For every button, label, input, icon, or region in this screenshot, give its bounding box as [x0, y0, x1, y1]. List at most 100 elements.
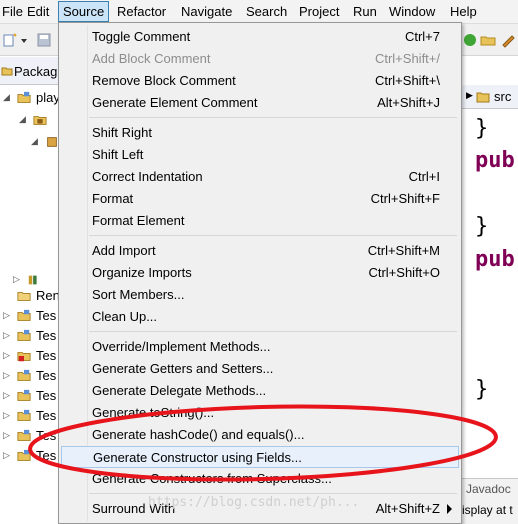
- menu-item-generate-element-comment[interactable]: Generate Element Comment Alt+Shift+J: [61, 92, 459, 114]
- submenu-arrow-icon: [447, 504, 452, 514]
- expand-arrow-icon[interactable]: ▷: [3, 430, 10, 441]
- menu-item-generate-getters-and-setters[interactable]: Generate Getters and Setters...: [61, 358, 459, 380]
- expand-arrow-icon[interactable]: ▷: [3, 390, 10, 401]
- project-error-icon: [17, 352, 31, 362]
- menu-edit[interactable]: Edit: [27, 0, 49, 23]
- menu-item-generate-hashcode-and-equals[interactable]: Generate hashCode() and equals()...: [61, 424, 459, 446]
- expand-arrow-icon[interactable]: ▷: [3, 310, 10, 321]
- collapse-arrow-icon[interactable]: ◢: [3, 92, 10, 103]
- tree-item[interactable]: ▷ Tes: [0, 426, 60, 446]
- menu-source[interactable]: Source: [58, 1, 110, 22]
- tree-item[interactable]: ◢: [0, 110, 60, 130]
- menu-item-format-element[interactable]: Format Element: [61, 210, 459, 232]
- package-explorer-title: Packag: [14, 64, 58, 79]
- open-folder-icon[interactable]: [480, 32, 496, 48]
- tree-item[interactable]: ▷ Tes: [0, 306, 60, 326]
- menu-item-label: Generate Getters and Setters...: [92, 361, 274, 376]
- collapse-arrow-icon[interactable]: ◢: [31, 136, 38, 147]
- expand-arrow-icon[interactable]: ▷: [3, 410, 10, 421]
- expand-arrow-icon[interactable]: ▷: [3, 350, 10, 361]
- menu-item-label: Toggle Comment: [92, 29, 191, 44]
- menu-item-organize-imports[interactable]: Organize Imports Ctrl+Shift+O: [61, 262, 459, 284]
- javadoc-panel: Javadoc isplay at t: [462, 478, 518, 524]
- new-dropdown-icon[interactable]: [20, 32, 28, 48]
- folder-icon: [17, 292, 31, 301]
- tree-item-label: Tes: [36, 448, 57, 463]
- menu-item-clean-up[interactable]: Clean Up...: [61, 306, 459, 328]
- menu-item-toggle-comment[interactable]: Toggle Comment Ctrl+7: [61, 26, 459, 48]
- code-line[interactable]: }: [475, 377, 488, 402]
- menu-item-label: Generate hashCode() and equals()...: [92, 427, 305, 442]
- project-icon: [17, 429, 31, 441]
- menu-item-label: Shift Left: [92, 147, 144, 162]
- menu-item-override-implement-methods[interactable]: Override/Implement Methods...: [61, 336, 459, 358]
- tree-item[interactable]: ▷ Tes: [0, 326, 60, 346]
- tree-item[interactable]: ▷ Tes: [0, 386, 60, 406]
- tree-item[interactable]: ◢: [0, 132, 60, 152]
- menu-file[interactable]: File: [2, 0, 23, 23]
- menu-help[interactable]: Help: [450, 0, 477, 23]
- menu-item-label: Correct Indentation: [92, 169, 203, 184]
- project-icon: [17, 329, 31, 341]
- menu-navigate[interactable]: Navigate: [181, 0, 232, 23]
- menu-item-format[interactable]: Format Ctrl+Shift+F: [61, 188, 459, 210]
- menu-item-add-import[interactable]: Add Import Ctrl+Shift+M: [61, 240, 459, 262]
- save-icon[interactable]: [36, 32, 52, 48]
- tree-item[interactable]: Ren: [0, 286, 60, 306]
- package-explorer: Packag ◢ play ◢ ◢ ▷ Ren ▷ Tes ▷ Tes ▷ Tes ▷ Tes ▷ Tes ▷ T…: [0, 57, 60, 524]
- menu-bar: File Edit Source Refactor Navigate Searc…: [0, 0, 518, 24]
- menu-item-shift-right[interactable]: Shift Right: [61, 122, 459, 144]
- menu-item-label: Organize Imports: [92, 265, 192, 280]
- tree-item[interactable]: ▷ Tes: [0, 446, 60, 466]
- code-line[interactable]: pub: [475, 148, 515, 173]
- tree-item-label: Tes: [36, 388, 57, 403]
- tree-item-label: play: [36, 90, 60, 105]
- menu-item-generate-constructors-from-superclass[interactable]: Generate Constructors from Superclass...: [61, 468, 459, 490]
- run-icon[interactable]: [462, 32, 478, 48]
- expand-arrow-icon[interactable]: ▷: [3, 450, 10, 461]
- tree-item-label: Tes: [36, 408, 57, 423]
- edit-icon[interactable]: [500, 32, 516, 48]
- expand-arrow-icon[interactable]: ▷: [3, 330, 10, 341]
- menu-search[interactable]: Search: [246, 0, 287, 23]
- menu-window[interactable]: Window: [389, 0, 435, 23]
- menu-separator: [89, 493, 457, 494]
- collapse-arrow-icon[interactable]: ◢: [19, 114, 26, 125]
- code-line[interactable]: }: [475, 214, 488, 239]
- project-icon: [17, 389, 31, 401]
- menu-item-label: Generate Element Comment: [92, 95, 258, 110]
- new-icon[interactable]: [2, 32, 18, 48]
- menu-item-generate-constructor-using-fields[interactable]: Generate Constructor using Fields...: [61, 446, 459, 468]
- tree-item[interactable]: ▷ Tes: [0, 406, 60, 426]
- javadoc-tab[interactable]: Javadoc: [466, 482, 511, 496]
- menu-item-generate-tostring[interactable]: Generate toString()...: [61, 402, 459, 424]
- tree-item[interactable]: ▷ Tes: [0, 346, 60, 366]
- menu-item-label: Add Block Comment: [92, 51, 211, 66]
- menu-item-shortcut: Ctrl+Shift+F: [370, 191, 440, 206]
- menu-refactor[interactable]: Refactor: [117, 0, 166, 23]
- menu-item-label: Format Element: [92, 213, 185, 228]
- menu-item-shift-left[interactable]: Shift Left: [61, 144, 459, 166]
- menu-item-add-block-comment[interactable]: Add Block Comment Ctrl+Shift+/: [61, 48, 459, 70]
- tree-item[interactable]: ◢ play: [0, 88, 60, 108]
- menu-item-shortcut: Alt+Shift+J: [377, 95, 440, 110]
- breadcrumb-src[interactable]: src: [494, 89, 511, 104]
- menu-item-shortcut: Ctrl+Shift+/: [374, 51, 440, 66]
- menu-separator: [89, 331, 457, 332]
- chevron-right-icon: ▶: [466, 90, 473, 100]
- menu-item-sort-members[interactable]: Sort Members...: [61, 284, 459, 306]
- editor-area: ▶ src } pub } pub }: [462, 57, 518, 524]
- menu-item-remove-block-comment[interactable]: Remove Block Comment Ctrl+Shift+\: [61, 70, 459, 92]
- code-line[interactable]: }: [475, 116, 488, 141]
- menu-run[interactable]: Run: [353, 0, 377, 23]
- menu-item-shortcut: Ctrl+I: [408, 169, 440, 184]
- code-line[interactable]: pub: [475, 247, 515, 272]
- tree-item-label: Ren: [36, 288, 60, 303]
- expand-arrow-icon[interactable]: ▷: [3, 370, 10, 381]
- menu-item-correct-indentation[interactable]: Correct Indentation Ctrl+I: [61, 166, 459, 188]
- tree-item[interactable]: ▷ Tes: [0, 366, 60, 386]
- package-explorer-tab[interactable]: Packag: [0, 57, 60, 85]
- menu-project[interactable]: Project: [299, 0, 339, 23]
- expand-arrow-icon[interactable]: ▷: [13, 274, 20, 285]
- menu-item-generate-delegate-methods[interactable]: Generate Delegate Methods...: [61, 380, 459, 402]
